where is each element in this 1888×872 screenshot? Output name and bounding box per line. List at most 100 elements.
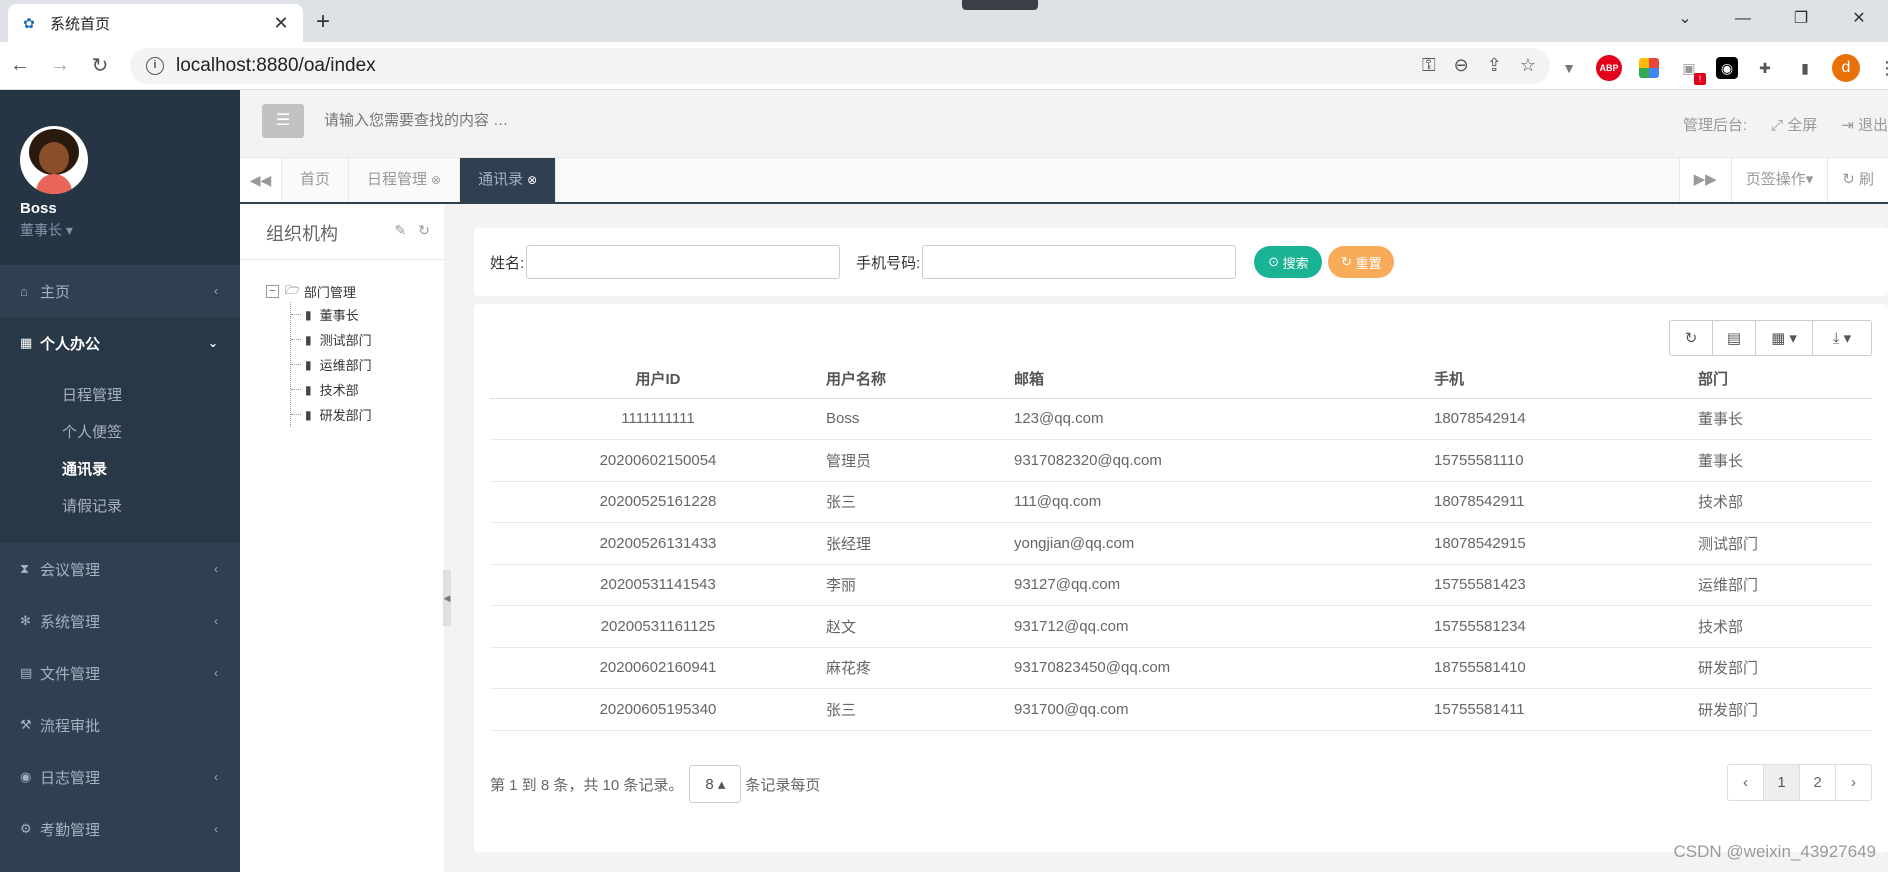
refresh-icon[interactable]: ↻ [418,222,430,239]
forward-icon[interactable]: → [40,54,80,77]
tabs-scroll-left-icon[interactable]: ◀◀ [240,158,282,202]
table-row[interactable]: 20200525161228 张三 111@qq.com 18078542911… [490,481,1872,523]
tree-node[interactable]: ▮ 测试部门 [291,327,444,352]
panel-collapse-handle[interactable]: ◀ [443,570,451,626]
page-size-dropdown[interactable]: 8 ▴ [689,765,742,803]
page-2-button[interactable]: 2 [1799,764,1836,801]
edit-icon[interactable]: ✎ [395,222,407,239]
sidebar-item-approval[interactable]: ⚒ 流程审批 [0,699,240,751]
table-row[interactable]: 20200602160941 麻花疼 93170823450@qq.com 18… [490,647,1872,689]
name-input[interactable] [526,245,841,279]
tree-node[interactable]: ▮ 技术部 [291,377,444,402]
back-icon[interactable]: ← [0,54,40,77]
tampermonkey-icon[interactable]: ◉ [1716,57,1738,79]
prev-page-button[interactable]: ‹ [1727,764,1764,801]
new-tab-icon[interactable]: + [316,8,330,36]
fullscreen-button[interactable]: ⤢ 全屏 [1771,114,1817,135]
browser-tab[interactable]: ✿ 系统首页 ✕ [8,4,303,42]
close-tab-icon[interactable]: ⊗ [431,173,441,187]
search-button[interactable]: ⊙ 搜索 [1254,246,1323,278]
chrome-menu-icon[interactable]: ⋮ [1874,55,1888,81]
tree-node[interactable]: ▮ 研发部门 [291,402,444,427]
sidebar-item-system[interactable]: ✻ 系统管理 ‹ [0,595,240,647]
tab-operations-dropdown[interactable]: 页签操作▾ [1730,158,1828,202]
col-header-email[interactable]: 邮箱 [1014,360,1434,399]
vue-devtools-icon[interactable]: ▼ [1556,55,1582,81]
address-bar[interactable]: i localhost:8880/oa/index ⚿ ⊖ ⇪ ☆ [130,48,1550,84]
sidebar-item-home[interactable]: ⌂ 主页 ‹ [0,265,240,317]
phone-input[interactable] [922,245,1237,279]
cell-phone: 18078542914 [1434,398,1698,440]
export-dropdown-icon[interactable]: ⤓ ▾ [1812,320,1872,356]
sidebar-item-files[interactable]: ▤ 文件管理 ‹ [0,647,240,699]
close-tab-icon[interactable]: ✕ [271,13,291,34]
table-row[interactable]: 1111111111 Boss 123@qq.com 18078542914 董… [490,398,1872,440]
adblock-icon[interactable]: ABP [1596,55,1622,81]
cell-user-name: 管理员 [826,439,1014,482]
key-icon[interactable]: ⚿ [1422,55,1436,76]
cell-department: 研发部门 [1698,647,1872,689]
cell-department: 研发部门 [1698,688,1872,731]
col-header-phone[interactable]: 手机 [1434,360,1698,399]
submenu-item-notes[interactable]: 个人便签 [0,414,240,451]
tree-node-root[interactable]: − 🗁 部门管理 [266,280,444,302]
extensions-puzzle-icon[interactable]: ✚ [1752,55,1778,81]
table-row[interactable]: 20200602150054 管理员 9317082320@qq.com 157… [490,439,1872,482]
menu-toggle-icon[interactable]: ☰ [262,104,304,138]
col-header-user-id[interactable]: 用户ID [490,360,826,399]
reset-button[interactable]: ↻ 重置 [1328,246,1395,278]
tab-schedule[interactable]: 日程管理 ⊗ [349,158,461,202]
table-row[interactable]: 20200531141543 李丽 93127@qq.com 157555814… [490,564,1872,606]
cell-phone: 15755581423 [1434,564,1698,606]
close-window-icon[interactable]: ✕ [1830,0,1888,40]
zoom-icon[interactable]: ⊖ [1454,55,1469,76]
table-row[interactable]: 20200526131433 张经理 yongjian@qq.com 18078… [490,522,1872,565]
global-search-input[interactable] [324,112,624,129]
submenu-item-contacts[interactable]: 通讯录 [0,451,240,488]
col-header-user-name[interactable]: 用户名称 [826,360,1014,399]
bookmark-star-icon[interactable]: ☆ [1520,55,1536,76]
logout-button[interactable]: ⇥ 退出 [1841,114,1888,135]
org-tree-panel: 组织机构 ✎ ↻ − 🗁 部门管理 ▮ 董事长 ▮ 测试部门 ▮ 运维部门 ▮ 技术部 … [240,204,444,872]
sidebar-item-personal-office[interactable]: ▦ 个人办公 ⌄ [0,317,240,369]
share-icon[interactable]: ⇪ [1487,55,1502,76]
page-1-button[interactable]: 1 [1763,764,1800,801]
chevron-left-icon: ‹ [214,284,218,298]
url-text[interactable]: localhost:8880/oa/index [176,55,376,77]
admin-label[interactable]: 管理后台: [1683,114,1747,135]
profile-avatar[interactable]: d [1832,54,1860,82]
restore-icon[interactable]: ❐ [1772,0,1830,40]
badge-extension-icon[interactable]: ▣! [1676,55,1706,85]
tree-node[interactable]: ▮ 运维部门 [291,352,444,377]
col-header-department[interactable]: 部门 [1698,360,1872,399]
sidebar-item-meetings[interactable]: ⧗ 会议管理 ‹ [0,543,240,595]
minimize-icon[interactable]: — [1714,0,1772,40]
cell-email: 111@qq.com [1014,481,1434,523]
submenu-item-leave[interactable]: 请假记录 [0,488,240,525]
tab-contacts[interactable]: 通讯录 ⊗ [460,158,557,202]
table-refresh-icon[interactable]: ↻ [1669,320,1713,356]
color-grid-extension-icon[interactable] [1636,55,1662,81]
cell-phone: 15755581110 [1434,439,1698,482]
reload-icon[interactable]: ↻ [80,53,120,78]
submenu-item-schedule[interactable]: 日程管理 [0,377,240,414]
tab-search-icon[interactable]: ⌄ [1656,0,1714,40]
user-role-dropdown[interactable]: 董事长 ▾ [20,220,240,240]
table-row[interactable]: 20200531161125 赵文 931712@qq.com 15755581… [490,605,1872,648]
tabs-scroll-right-icon[interactable]: ▶▶ [1678,158,1731,202]
tab-home[interactable]: 首页 [282,158,350,202]
table-toggle-view-icon[interactable]: ▤ [1712,320,1756,356]
refresh-tab-button[interactable]: ↻ 刷 [1827,158,1888,202]
sidebar-item-attendance[interactable]: ⚙ 考勤管理 ‹ [0,803,240,855]
columns-dropdown-icon[interactable]: ▦ ▾ [1755,320,1813,356]
site-info-icon[interactable]: i [146,57,164,75]
sidebar-item-logs[interactable]: ◉ 日志管理 ‹ [0,751,240,803]
sidebar-item-label: 考勤管理 [40,821,101,839]
side-panel-icon[interactable]: ▮ [1792,55,1818,81]
tree-node[interactable]: ▮ 董事长 [291,302,444,327]
table-row[interactable]: 20200605195340 张三 931700@qq.com 15755581… [490,688,1872,731]
user-name: Boss [20,200,57,217]
next-page-button[interactable]: › [1835,764,1872,801]
collapse-toggle-icon[interactable]: − [266,284,279,298]
close-tab-icon[interactable]: ⊗ [527,173,537,187]
